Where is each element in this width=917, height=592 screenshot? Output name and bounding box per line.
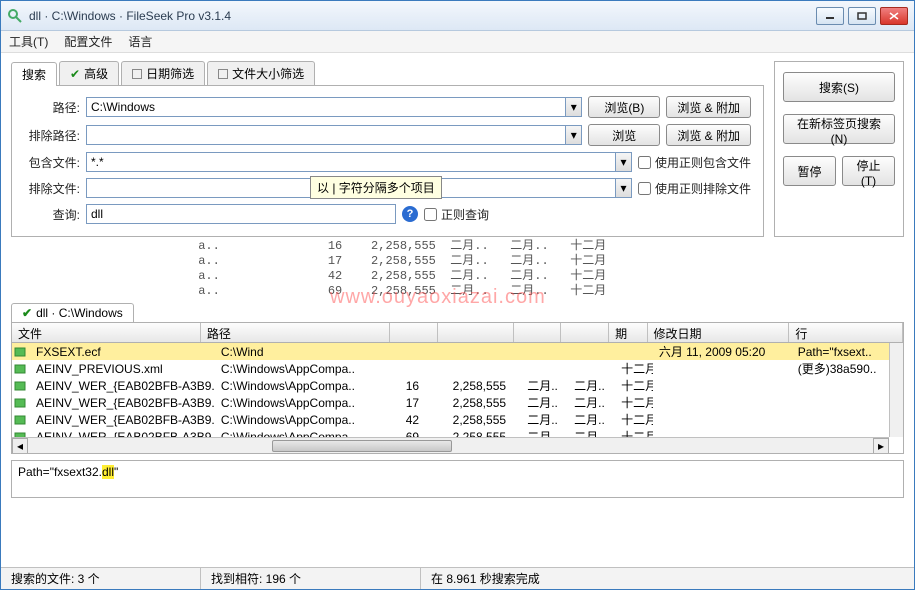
file-icon xyxy=(14,363,28,375)
search-newtab-button[interactable]: 在新标签页搜索(N) xyxy=(783,114,895,144)
menu-config[interactable]: 配置文件 xyxy=(64,33,112,50)
pause-button[interactable]: 暂停 xyxy=(783,156,836,186)
menubar: 工具(T) 配置文件 语言 xyxy=(1,31,914,53)
path-label: 路径: xyxy=(24,99,80,116)
browse-append-button-2[interactable]: 浏览 & 附加 xyxy=(666,124,751,146)
table-row[interactable]: AEINV_WER_{EAB02BFB-A3B9..C:\Windows\App… xyxy=(12,394,903,411)
file-icon xyxy=(14,414,28,426)
tooltip: 以 | 字符分隔多个项目 xyxy=(310,176,442,199)
results-grid: 文件 路径 期 修改日期 行 FXSEXT.ecfC:\Wind六月 11, 2… xyxy=(11,322,904,454)
help-icon[interactable]: ? xyxy=(402,206,418,222)
regex-include-checkbox[interactable] xyxy=(638,156,651,169)
browse-button-2[interactable]: 浏览 xyxy=(588,124,660,146)
scroll-thumb[interactable] xyxy=(272,440,452,452)
checkbox-icon xyxy=(218,69,228,79)
app-icon xyxy=(7,8,23,24)
results-tab[interactable]: ✔dll · C:\Windows xyxy=(11,303,134,322)
checkbox-icon xyxy=(132,69,142,79)
exclude-path-input[interactable] xyxy=(86,125,566,145)
col-path[interactable]: 路径 xyxy=(201,323,390,342)
tab-datefilter[interactable]: 日期筛选 xyxy=(121,61,205,85)
status-files: 搜索的文件: 3 个 xyxy=(1,568,201,589)
h-scrollbar[interactable]: ◂ ▸ xyxy=(12,437,889,453)
preview-pane: Path="fxsext32.dll" xyxy=(11,460,904,498)
minimize-button[interactable] xyxy=(816,7,844,25)
regex-exclude-checkbox[interactable] xyxy=(638,182,651,195)
regex-query-checkbox[interactable] xyxy=(424,208,437,221)
maximize-button[interactable] xyxy=(848,7,876,25)
col-file[interactable]: 文件 xyxy=(12,323,201,342)
include-file-label: 包含文件: xyxy=(24,154,80,171)
browse-button[interactable]: 浏览(B) xyxy=(588,96,660,118)
col-period[interactable]: 期 xyxy=(609,323,647,342)
dropdown-icon[interactable]: ▾ xyxy=(566,97,582,117)
search-button[interactable]: 搜索(S) xyxy=(783,72,895,102)
table-row[interactable]: FXSEXT.ecfC:\Wind六月 11, 2009 05:20Path="… xyxy=(12,343,903,360)
app-window: dll · C:\Windows · FileSeek Pro v3.1.4 工… xyxy=(0,0,915,590)
exclude-path-label: 排除路径: xyxy=(24,127,80,144)
table-row[interactable]: AEINV_PREVIOUS.xmlC:\Windows\AppCompa..十… xyxy=(12,360,903,377)
background-rows: a.. 16 2,258,555 二月.. 二月.. 十二月 a.. 17 2,… xyxy=(11,239,904,299)
dropdown-icon[interactable]: ▾ xyxy=(616,178,632,198)
statusbar: 搜索的文件: 3 个 找到相符: 196 个 在 8.961 秒搜索完成 xyxy=(1,567,914,589)
file-icon xyxy=(14,397,28,409)
scroll-left-icon[interactable]: ◂ xyxy=(12,438,28,454)
col-mdate[interactable]: 修改日期 xyxy=(648,323,790,342)
file-icon xyxy=(14,380,28,392)
stop-button[interactable]: 停止(T) xyxy=(842,156,895,186)
grid-header: 文件 路径 期 修改日期 行 xyxy=(12,323,903,343)
action-panel: 搜索(S) 在新标签页搜索(N) 暂停 停止(T) xyxy=(774,61,904,237)
close-button[interactable] xyxy=(880,7,908,25)
exclude-file-label: 排除文件: xyxy=(24,180,80,197)
table-row[interactable]: AEINV_WER_{EAB02BFB-A3B9..C:\Windows\App… xyxy=(12,411,903,428)
scroll-right-icon[interactable]: ▸ xyxy=(873,438,889,454)
file-icon xyxy=(14,346,28,358)
grid-body: FXSEXT.ecfC:\Wind六月 11, 2009 05:20Path="… xyxy=(12,343,903,445)
query-input[interactable] xyxy=(86,204,396,224)
browse-append-button[interactable]: 浏览 & 附加 xyxy=(666,96,751,118)
include-file-input[interactable] xyxy=(86,152,616,172)
dropdown-icon[interactable]: ▾ xyxy=(566,125,582,145)
menu-tools[interactable]: 工具(T) xyxy=(9,33,48,50)
table-row[interactable]: AEINV_WER_{EAB02BFB-A3B9..C:\Windows\App… xyxy=(12,377,903,394)
titlebar[interactable]: dll · C:\Windows · FileSeek Pro v3.1.4 xyxy=(1,1,914,31)
search-panel: 路径: ▾ 浏览(B) 浏览 & 附加 排除路径: ▾ 浏览 浏览 & 附加 包… xyxy=(11,86,764,237)
tab-sizefilter[interactable]: 文件大小筛选 xyxy=(207,61,315,85)
status-matches: 找到相符: 196 个 xyxy=(201,568,421,589)
query-label: 查询: xyxy=(24,206,80,223)
dropdown-icon[interactable]: ▾ xyxy=(616,152,632,172)
search-tabs: 搜索 ✔高级 日期筛选 文件大小筛选 xyxy=(11,61,764,86)
content: 搜索 ✔高级 日期筛选 文件大小筛选 路径: ▾ 浏览(B) 浏览 & 附加 排… xyxy=(1,53,914,567)
window-buttons xyxy=(816,7,908,25)
window-title: dll · C:\Windows · FileSeek Pro v3.1.4 xyxy=(29,9,816,23)
path-input[interactable] xyxy=(86,97,566,117)
menu-lang[interactable]: 语言 xyxy=(128,33,152,50)
col-line[interactable]: 行 xyxy=(789,323,903,342)
status-time: 在 8.961 秒搜索完成 xyxy=(421,568,914,589)
v-scrollbar[interactable] xyxy=(889,343,903,437)
tab-search[interactable]: 搜索 xyxy=(11,62,57,86)
tab-advanced[interactable]: ✔高级 xyxy=(59,61,119,85)
